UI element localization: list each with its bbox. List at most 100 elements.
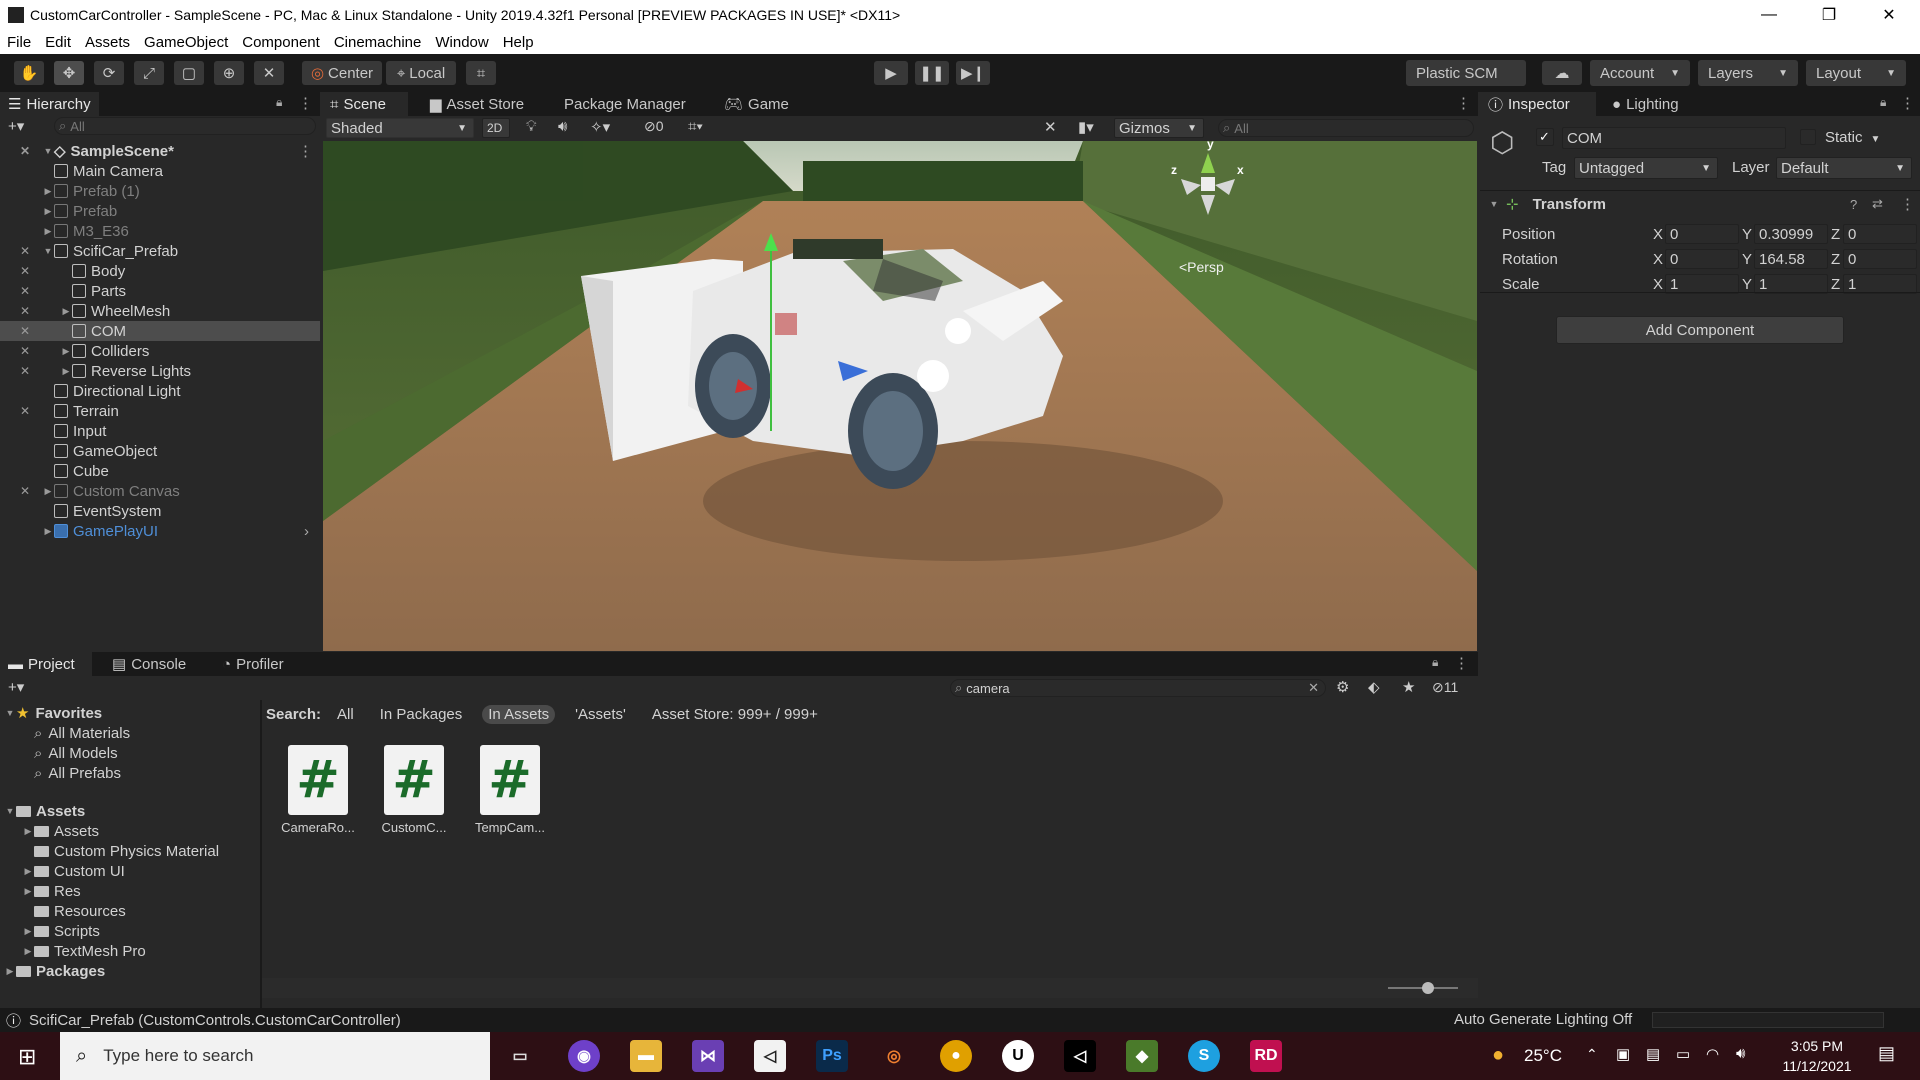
fold-closed-icon[interactable]: ▶ [60, 346, 72, 357]
hierarchy-item[interactable]: ✕ Parts [0, 281, 320, 301]
assets-root[interactable]: ▼ Assets [0, 801, 260, 821]
fold-closed-icon[interactable]: ▶ [22, 826, 34, 837]
play-button[interactable]: ▶ [874, 61, 908, 85]
object-name-input[interactable]: COM [1562, 127, 1786, 149]
account-dropdown[interactable]: Account ▼ [1590, 60, 1690, 86]
hierarchy-item[interactable]: EventSystem [0, 501, 320, 521]
visibility-icon[interactable]: ✕ [20, 144, 30, 158]
asset-folder[interactable]: ▶ Assets [0, 821, 260, 841]
open-prefab-icon[interactable]: › [304, 523, 309, 540]
hierarchy-item[interactable]: ▶ M3_E36 [0, 221, 320, 241]
hierarchy-item[interactable]: ✕ ▶ WheelMesh [0, 301, 320, 321]
camera-icon[interactable]: ▮▾ [1078, 118, 1094, 136]
scene-viewport[interactable]: y z x <Persp [323, 141, 1477, 651]
windows-start-icon[interactable]: ⊞ [18, 1044, 36, 1070]
layer-dropdown[interactable]: Default ▼ [1776, 157, 1912, 179]
android-studio-icon[interactable]: ◆ [1126, 1040, 1158, 1072]
zoom-slider-thumb[interactable] [1422, 982, 1434, 994]
tools-icon[interactable]: ✕ [1044, 118, 1057, 136]
clock-date[interactable]: 11/12/2021 [1770, 1058, 1864, 1074]
position-y-field[interactable]: 0.30999 [1754, 224, 1828, 244]
rotation-x-field[interactable]: 0 [1665, 249, 1739, 269]
axis-x-label[interactable]: X [1653, 251, 1663, 268]
asset-folder[interactable]: ▶ Res [0, 881, 260, 901]
search-scope-filter[interactable]: In Assets [482, 704, 556, 724]
search-scope-filter[interactable]: All [331, 705, 360, 724]
menu-gameobject[interactable]: GameObject [137, 34, 235, 51]
volume-icon[interactable]: 🔊︎ [1736, 1045, 1745, 1062]
fold-closed-icon[interactable]: ▶ [42, 186, 54, 197]
visibility-icon[interactable]: ✕ [20, 244, 30, 258]
screen-icon[interactable]: ▤ [1646, 1045, 1660, 1063]
menu-edit[interactable]: Edit [38, 34, 78, 51]
transform-tool-icon[interactable]: ⊕ [214, 61, 244, 85]
fold-closed-icon[interactable]: ▶ [42, 486, 54, 497]
visibility-icon[interactable]: ✕ [20, 284, 30, 298]
maximize-button[interactable]: ❐ [1806, 0, 1852, 30]
tab-hierarchy[interactable]: ☰ Hierarchy [0, 92, 99, 116]
packages-root[interactable]: ▶ Packages [0, 961, 260, 981]
tab-inspector[interactable]: ⓘ Inspector [1480, 92, 1596, 116]
wifi-icon[interactable]: ◠ [1706, 1045, 1719, 1063]
tab-console[interactable]: ▤ Console [104, 652, 194, 676]
move-tool-icon[interactable]: ✥ [54, 61, 84, 85]
reverse-light-gizmo[interactable] [917, 360, 949, 392]
fold-closed-icon[interactable]: ▶ [42, 206, 54, 217]
gizmos-dropdown[interactable]: Gizmos ▼ [1114, 118, 1204, 138]
lock-icon[interactable]: 🔒︎ [1432, 655, 1438, 670]
asset-folder[interactable]: ▶ Custom UI [0, 861, 260, 881]
visual-studio-icon[interactable]: ⋈ [692, 1040, 724, 1072]
axis-y-label[interactable]: Y [1742, 251, 1752, 268]
hierarchy-item[interactable]: ▶ Prefab [0, 201, 320, 221]
project-search-input[interactable]: ⌕ camera ✕ [950, 679, 1326, 697]
static-dropdown[interactable]: Static ▼ [1825, 129, 1880, 146]
photoshop-icon[interactable]: Ps [816, 1040, 848, 1072]
transform-header[interactable]: ▼ ⊹ Transform ? ⇄ ⋮ [1480, 192, 1920, 216]
hierarchy-item[interactable]: ✕ Terrain [0, 401, 320, 421]
axis-z-label[interactable]: Z [1831, 226, 1840, 243]
kebab-menu-icon[interactable]: ⋮ [1454, 654, 1469, 672]
taskbar-search[interactable]: ⌕ Type here to search [60, 1032, 490, 1080]
fold-open-icon[interactable]: ▼ [4, 708, 16, 718]
hierarchy-item[interactable]: Input [0, 421, 320, 441]
menu-assets[interactable]: Assets [78, 34, 137, 51]
axis-x-label[interactable]: X [1653, 276, 1663, 293]
cloud-icon[interactable]: ☁ [1542, 61, 1582, 85]
grid-toggle-icon[interactable]: ⌗▾ [688, 118, 703, 135]
fold-open-icon[interactable]: ▼ [42, 246, 54, 256]
kebab-menu-icon[interactable]: ⋮ [1900, 94, 1915, 112]
asset-folder[interactable]: ▶ Scripts [0, 921, 260, 941]
rect-tool-icon[interactable]: ▢ [174, 61, 204, 85]
github-icon[interactable]: ◉ [568, 1040, 600, 1072]
add-icon[interactable]: +▾ [8, 117, 24, 135]
fold-closed-icon[interactable]: ▶ [60, 366, 72, 377]
effects-icon[interactable]: ✧▾ [590, 118, 610, 136]
hierarchy-item[interactable]: ✕ ▶ Reverse Lights [0, 361, 320, 381]
hierarchy-item[interactable]: ✕ COM [0, 321, 320, 341]
battery-icon[interactable]: ▭ [1676, 1045, 1690, 1063]
favorite-item[interactable]: ⌕ All Models [0, 743, 260, 763]
clock-time[interactable]: 3:05 PM [1780, 1038, 1854, 1054]
favorite-item[interactable]: ⌕ All Prefabs [0, 763, 260, 783]
scale-x-field[interactable]: 1 [1665, 274, 1739, 294]
add-component-button[interactable]: Add Component [1556, 316, 1844, 344]
fold-closed-icon[interactable]: ▶ [22, 926, 34, 937]
notification-icon[interactable]: ▤ [1878, 1043, 1895, 1064]
scene-orientation-gizmo[interactable]: y z x [1171, 141, 1244, 219]
preset-icon[interactable]: ⇄ [1872, 196, 1883, 212]
grid-snap-icon[interactable]: ⌗ [466, 61, 496, 85]
custom-tool-icon[interactable]: ✕ [254, 61, 284, 85]
axis-y-label[interactable]: Y [1742, 276, 1752, 293]
shading-dropdown[interactable]: Shaded ▼ [326, 118, 474, 138]
scene-kebab-icon[interactable]: ⋮ [298, 142, 313, 160]
hidden-packages-button[interactable]: ⊘11 [1432, 679, 1458, 696]
audio-icon[interactable]: 🔊︎ [558, 118, 567, 135]
tab-game[interactable]: 🎮︎ Game [716, 92, 797, 116]
scene-root[interactable]: ✕ ▼ ◇ SampleScene* ⋮ [0, 141, 320, 161]
create-icon[interactable]: +▾ [8, 678, 24, 696]
hierarchy-item[interactable]: Cube [0, 461, 320, 481]
hierarchy-item[interactable]: ▶ Prefab (1) [0, 181, 320, 201]
axis-x-label[interactable]: X [1653, 226, 1663, 243]
position-label[interactable]: Position [1502, 226, 1555, 243]
mode-2d-button[interactable]: 2D [482, 118, 510, 138]
